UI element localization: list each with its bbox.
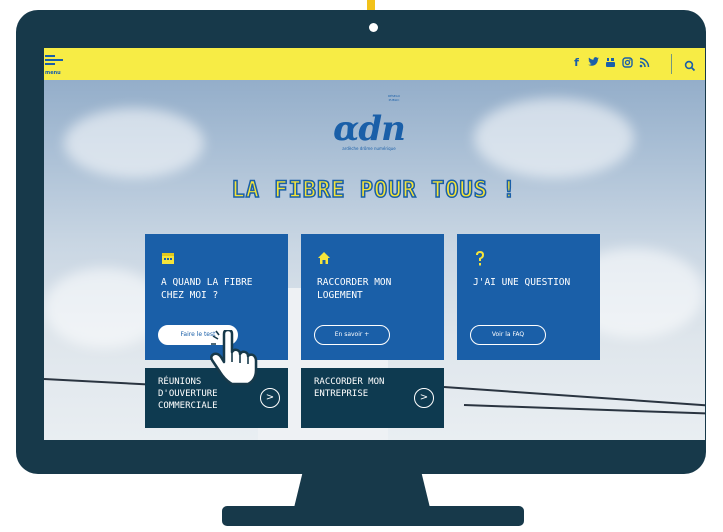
card-title-line: COMMERCIALE bbox=[158, 401, 218, 411]
header-divider bbox=[671, 54, 672, 74]
card-title-line: RÉUNIONS bbox=[158, 377, 202, 387]
card-question[interactable]: J'AI UNE QUESTION Voir la FAQ bbox=[457, 234, 600, 360]
arrow-right-button[interactable]: > bbox=[260, 388, 280, 408]
site-header: menu f bbox=[44, 48, 705, 80]
instagram-icon[interactable] bbox=[622, 57, 633, 69]
card-title-line: CHEZ MOI ? bbox=[161, 290, 219, 301]
card-title: RACCORDER MON LOGEMENT bbox=[317, 276, 391, 302]
card-title: RACCORDER MON ENTREPRISE bbox=[314, 376, 384, 400]
logo-tagline-top: RÉSEAU PUBLIC bbox=[387, 94, 401, 102]
faq-button[interactable]: Voir la FAQ bbox=[470, 325, 546, 345]
background-cable bbox=[463, 404, 705, 415]
house-icon bbox=[317, 250, 331, 264]
search-icon[interactable] bbox=[684, 57, 696, 72]
arrow-right-button[interactable]: > bbox=[414, 388, 434, 408]
webcam-dot bbox=[369, 23, 378, 32]
twitter-icon[interactable] bbox=[588, 57, 599, 69]
card-connect-business[interactable]: RACCORDER MON ENTREPRISE > bbox=[301, 368, 444, 428]
hero-title: LA FIBRE POUR TOUS ! bbox=[231, 177, 517, 204]
card-title-line: J'AI UNE QUESTION bbox=[473, 277, 571, 288]
site-logo[interactable]: αdn ardèche drôme numérique bbox=[329, 112, 409, 158]
card-title-line: LOGEMENT bbox=[317, 290, 363, 301]
youtube-icon[interactable] bbox=[605, 57, 616, 69]
card-title-line: RACCORDER MON bbox=[314, 377, 385, 387]
cloud-decoration bbox=[474, 98, 634, 178]
monitor-stand-base bbox=[222, 506, 524, 526]
background-cable bbox=[44, 378, 154, 386]
menu-label: menu bbox=[45, 70, 61, 76]
card-title-line: A QUAND LA FIBRE bbox=[161, 277, 253, 288]
question-mark-icon bbox=[473, 250, 487, 266]
facebook-icon[interactable]: f bbox=[571, 57, 582, 69]
rss-icon[interactable] bbox=[639, 57, 650, 69]
hamburger-bar bbox=[45, 63, 55, 65]
learn-more-button[interactable]: En savoir + bbox=[314, 325, 390, 345]
card-title: RÉUNIONS D'OUVERTURE COMMERCIALE bbox=[158, 376, 218, 412]
monitor-screen: menu f RÉSEAU PUBLIC αdn ardèche drôme n… bbox=[44, 48, 705, 440]
card-title-line: RACCORDER MON bbox=[317, 277, 392, 288]
cloud-decoration bbox=[64, 108, 204, 178]
hamburger-bar bbox=[45, 55, 55, 57]
card-title-line: D'OUVERTURE bbox=[158, 389, 218, 399]
card-connect-home[interactable]: RACCORDER MON LOGEMENT En savoir + bbox=[301, 234, 444, 360]
calendar-icon bbox=[161, 250, 175, 264]
hamburger-bar bbox=[45, 59, 63, 61]
card-title: J'AI UNE QUESTION bbox=[473, 276, 570, 289]
hand-pointer-icon bbox=[210, 328, 262, 386]
card-title-line: ENTREPRISE bbox=[314, 389, 369, 399]
card-title: A QUAND LA FIBRE CHEZ MOI ? bbox=[161, 276, 253, 302]
logo-wordmark: αdn bbox=[333, 109, 406, 149]
